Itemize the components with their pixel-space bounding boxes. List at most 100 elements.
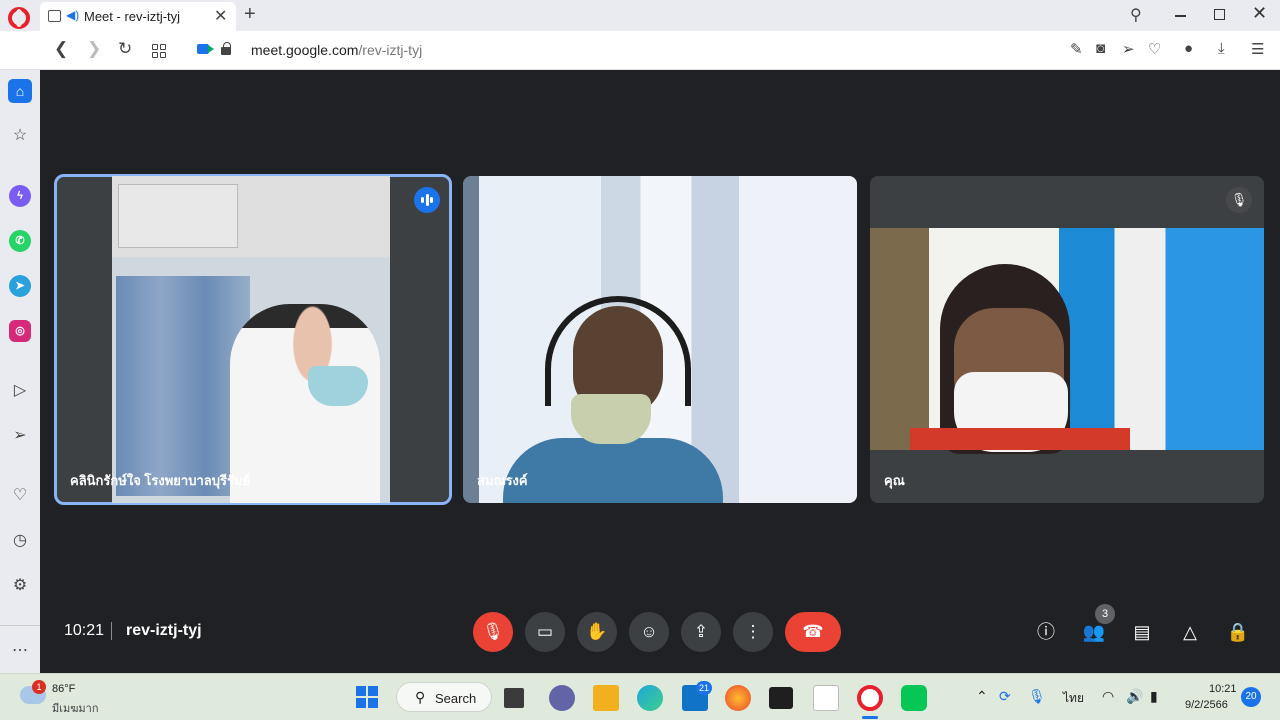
meeting-info-divider [111,622,112,640]
participant-video-2 [463,176,857,503]
participant-tile-1[interactable]: คลินิกรักษ์ใจ โรงพยาบาลบุรีรัมย์ [54,174,452,505]
shirt-scene [503,438,723,503]
sync-icon[interactable]: ⟳ [999,688,1011,705]
firefox-icon[interactable] [725,685,751,711]
tab-grid-icon[interactable] [152,44,166,58]
pinboard-heart-icon[interactable]: ♡ [9,485,31,507]
person-scene [230,304,380,503]
headphones-scene [545,296,691,406]
battery-icon[interactable]: ▮ [1150,688,1158,705]
wifi-icon[interactable]: ◠ [1102,688,1114,705]
line-icon[interactable] [901,685,927,711]
meet-camera-icon[interactable] [197,44,214,54]
microphone-icon[interactable]: 🎙 [1028,688,1046,705]
address-bar: ❮ ❯ ↻ meet.google.com/rev-iztj-tyj ✎ ◙ ➢… [0,31,1280,70]
search-label: Search [435,691,477,706]
input-language[interactable]: ไทย [1063,689,1084,708]
url-path: /rev-iztj-tyj [358,42,423,58]
participant-tile-2[interactable]: สมณรงค์ [463,176,857,503]
opera-taskbar-icon[interactable] [857,685,883,711]
notification-count-badge[interactable]: 20 [1241,687,1261,707]
forward-icon[interactable]: ❯ [87,39,101,59]
participant-tile-self[interactable]: 🎙 คุณ [870,176,1264,503]
url-field[interactable]: meet.google.com/rev-iztj-tyj [251,42,422,58]
heart-icon[interactable]: ♡ [1148,40,1161,58]
weather-description[interactable]: มีเมฆมาก [52,699,99,717]
edge-icon[interactable] [637,685,663,711]
edit-icon[interactable]: ✎ [1070,40,1083,58]
home-icon[interactable]: ⌂ [8,79,32,103]
clock-time[interactable]: 10:21 [1209,683,1237,695]
close-window-icon[interactable]: ✕ [1252,3,1267,24]
present-screen-button[interactable]: ⇪ [681,612,721,652]
clock-date[interactable]: 9/2/2566 [1185,699,1228,711]
tab-search-icon[interactable]: ⚲ [1130,5,1142,25]
lock-icon[interactable] [221,42,231,55]
windows-start-icon[interactable] [356,686,378,708]
back-icon[interactable]: ❮ [54,39,68,59]
meeting-details-icon[interactable]: ⓘ [1034,620,1058,644]
snapshot-icon[interactable]: ◙ [1096,40,1105,57]
activities-icon[interactable]: △ [1178,620,1202,644]
messenger-icon[interactable]: ϟ [9,185,31,207]
people-count-badge: 3 [1095,604,1115,624]
mic-off-button[interactable]: 🎙 [473,612,513,652]
send-icon[interactable]: ➢ [1122,40,1135,58]
camera-button[interactable]: ▭ [525,612,565,652]
host-controls-lock-icon[interactable]: 🔒 [1226,620,1250,644]
participant-name: คลินิกรักษ์ใจ โรงพยาบาลบุรีรัมย์ [70,473,251,488]
telegram-icon[interactable]: ➤ [9,275,31,297]
mic-muted-icon: 🎙 [1226,187,1252,213]
player-icon[interactable]: ▷ [9,380,31,402]
close-tab-icon[interactable]: ✕ [214,6,227,26]
dropbox-icon[interactable] [769,687,793,709]
opera-logo-icon[interactable] [8,7,30,29]
history-icon[interactable]: ◷ [9,530,31,552]
air-conditioner-scene [118,184,238,248]
profile-icon[interactable]: ● [1184,40,1193,57]
flow-icon[interactable]: ➢ [9,425,31,447]
mask-scene [571,394,651,444]
tab-snap-icon [48,10,61,22]
maximize-icon[interactable] [1214,9,1225,20]
taskbar-search[interactable]: ⚲ Search [396,682,492,712]
leave-call-button[interactable]: ☎ [785,612,841,652]
teams-chat-icon[interactable] [549,685,575,711]
more-options-button[interactable]: ⋮ [733,612,773,652]
minimize-icon[interactable] [1175,15,1186,17]
participant-name: สมณรงค์ [477,473,528,488]
browser-tab-strip: ◀) Meet - rev-iztj-tyj ✕ + ⚲ ✕ [0,0,1280,31]
more-icon[interactable]: ⋯ [9,640,31,662]
file-explorer-icon[interactable] [593,685,619,711]
new-tab-icon[interactable]: + [244,3,256,26]
instagram-icon[interactable]: ◎ [9,320,31,342]
participant-name: คุณ [884,473,905,488]
search-icon: ⚲ [415,689,426,705]
task-view-icon[interactable] [504,688,524,708]
star-icon[interactable]: ☆ [9,125,31,147]
shirt-scene [910,428,1130,450]
easy-setup-icon[interactable]: ☰ [1251,40,1264,58]
browser-tab-meet[interactable]: ◀) Meet - rev-iztj-tyj ✕ [40,2,236,31]
sidebar-divider [0,625,40,626]
active-app-indicator [862,716,878,719]
url-host: meet.google.com [251,42,359,58]
speaking-indicator-icon [414,187,440,213]
mail-badge: 21 [696,681,712,695]
settings-gear-icon[interactable]: ⚙ [9,575,31,597]
speaker-icon[interactable]: ◀) [66,8,79,22]
opera-sidebar: ⌂ ☆ ϟ ✆ ➤ ◎ ▷ ➢ ♡ ◷ ⚙ ⋯ [0,70,40,673]
whatsapp-icon[interactable]: ✆ [9,230,31,252]
windows-taskbar: 1 86°F มีเมฆมาก ⚲ Search 21 ⌃ ⟳ 🎙 ไทย ◠ … [0,673,1280,720]
reload-icon[interactable]: ↻ [118,39,132,59]
chat-icon[interactable]: ▤ [1130,620,1154,644]
show-hidden-icons-icon[interactable]: ⌃ [976,688,988,705]
raise-hand-button[interactable]: ✋ [577,612,617,652]
weather-temperature[interactable]: 86°F [52,683,75,695]
volume-icon[interactable]: 🔊 [1126,688,1143,705]
amazon-icon[interactable] [813,685,839,711]
reactions-button[interactable]: ☺ [629,612,669,652]
weather-alert-badge: 1 [32,680,46,694]
download-icon[interactable]: ⤓ [1218,40,1225,57]
participant-video-1 [112,176,390,503]
